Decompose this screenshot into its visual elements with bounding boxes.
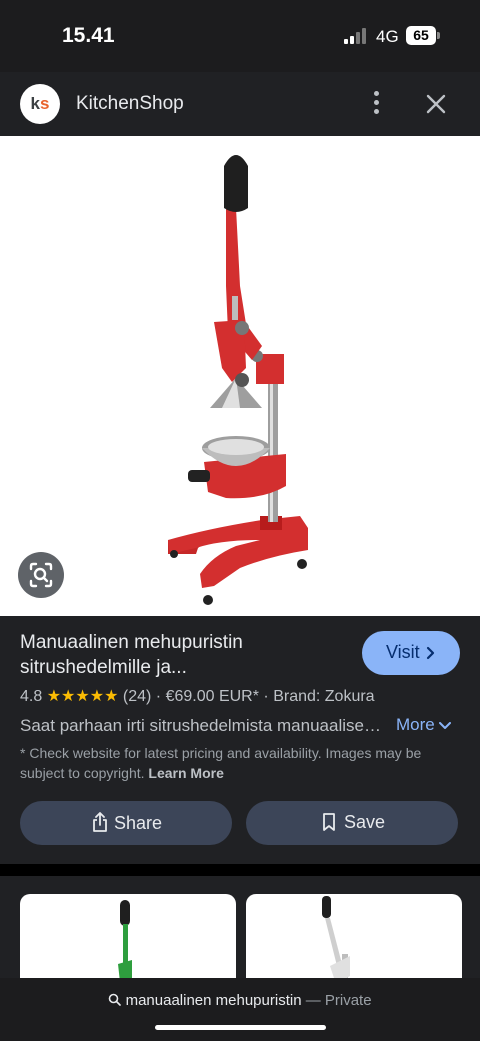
review-count: (24) [122,688,152,705]
battery-tip [437,32,440,39]
disclaimer: * Check website for latest pricing and a… [20,743,460,783]
product-image[interactable] [0,136,480,616]
search-query: manuaalinen mehupuristin [125,992,302,1009]
private-label: — Private [305,992,372,1009]
bookmark-icon [323,813,335,831]
price: €69.00 EUR* [165,688,259,705]
status-bar: 15.41 4G 65 [0,0,480,72]
product-meta: 4.8 ★★★★★ (24) · €69.00 EUR* · Brand: Zo… [20,686,375,706]
visit-label: Visit [386,642,420,662]
related-products [0,876,480,994]
app-bar: ks KitchenShop [0,72,480,136]
battery-icon: 65 [406,26,436,45]
more-vert-icon[interactable] [364,88,390,118]
visit-button[interactable]: Visit [362,631,460,675]
site-logo: ks [20,84,60,124]
product-title[interactable]: Manuaalinen mehupuristin sitrushedelmill… [20,630,340,680]
chevron-down-icon [438,721,451,729]
status-time: 15.41 [62,24,115,47]
separator: · [155,688,162,705]
juicer-illustration [168,155,308,605]
share-icon [93,812,107,832]
product-snippet: Saat parhaan irti sitrushedelmista manua… [20,716,384,735]
more-label: More [396,715,435,734]
more-button[interactable]: More [396,715,451,735]
rating-value: 4.8 [20,688,43,705]
product-title-line2: sitrushedelmille ja... [20,657,187,678]
bottom-search-bar[interactable]: manuaalinen mehupuristin — Private [0,978,480,1041]
search-query-display: manuaalinen mehupuristin — Private [0,992,480,1009]
learn-more-link[interactable]: Learn More [148,765,223,781]
site-name: KitchenShop [76,93,184,114]
share-button[interactable]: Share [20,801,232,845]
share-label: Share [114,813,163,833]
network-type: 4G [376,27,399,46]
brand: Brand: Zokura [273,688,375,705]
product-title-line1: Manuaalinen mehupuristin [20,632,243,653]
save-button[interactable]: Save [246,801,458,845]
signal-icon [344,28,368,44]
product-details: Manuaalinen mehupuristin sitrushedelmill… [0,616,480,864]
chevron-right-icon [426,646,435,660]
logo-letter-s: s [40,94,50,113]
separator: · [263,688,269,705]
logo-letter-k: k [30,94,40,113]
battery-level: 65 [413,27,429,43]
star-rating-icon: ★★★★★ [46,688,119,705]
save-label: Save [344,812,386,832]
home-indicator[interactable] [155,1025,326,1030]
close-icon[interactable] [420,88,452,120]
search-icon [109,993,122,1006]
lens-search-icon[interactable] [18,552,64,598]
